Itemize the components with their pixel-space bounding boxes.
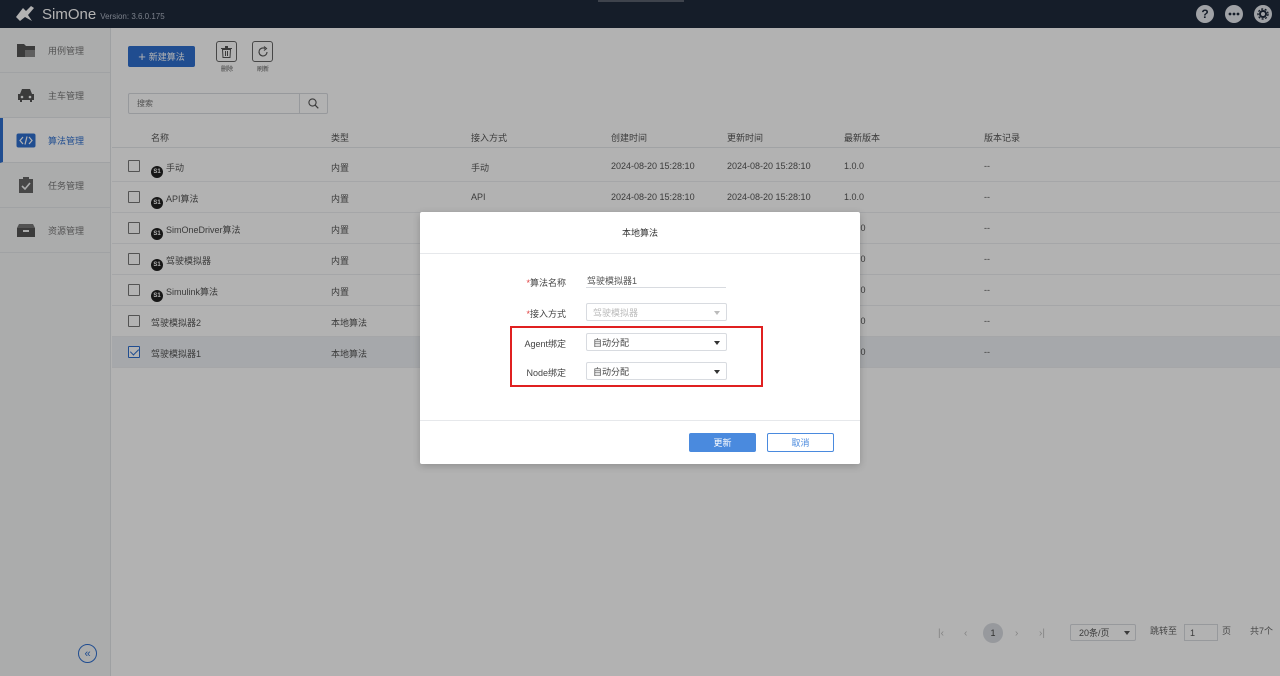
algorithm-name-label: *算法名称 <box>526 278 566 288</box>
update-button[interactable]: 更新 <box>689 433 756 452</box>
local-algorithm-dialog: 本地算法 *算法名称 驾驶模拟器1 *接入方式 驾驶模拟器 Agent绑定 自动… <box>420 212 860 464</box>
caret-down-icon <box>714 311 720 315</box>
access-method-value: 驾驶模拟器 <box>593 307 639 318</box>
dialog-footer-divider <box>420 420 860 421</box>
highlight-annotation-box <box>510 326 763 387</box>
access-method-label: *接入方式 <box>526 309 566 319</box>
access-method-select: 驾驶模拟器 <box>586 303 727 321</box>
dialog-title: 本地算法 <box>420 212 860 254</box>
cancel-button[interactable]: 取消 <box>767 433 834 452</box>
algorithm-name-input[interactable]: 驾驶模拟器1 <box>586 274 726 288</box>
